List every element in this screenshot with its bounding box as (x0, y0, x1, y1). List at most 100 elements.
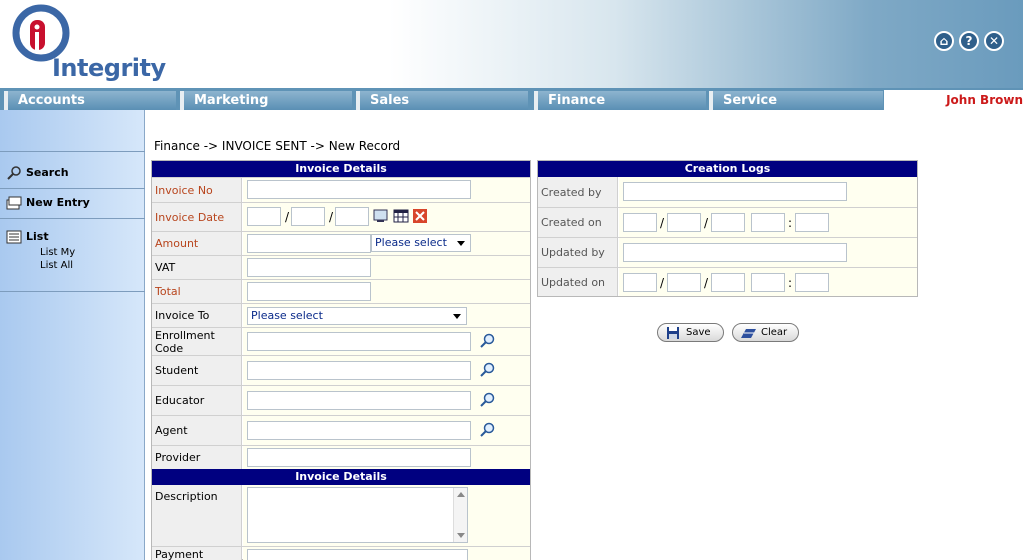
main-nav: Accounts Marketing Sales Finance Service (0, 88, 1023, 110)
close-icon[interactable]: ✕ (984, 31, 1004, 51)
calendar-icon[interactable] (393, 209, 409, 223)
form-row-educator: Educator (152, 385, 530, 415)
updated-on-day-input[interactable] (623, 273, 657, 292)
lookup-icon[interactable] (479, 422, 495, 438)
sidebar-item-search[interactable]: Search (6, 166, 69, 180)
save-button-label: Save (686, 327, 711, 338)
new-entry-icon (6, 196, 22, 210)
invoice-date-day-input[interactable] (247, 207, 281, 226)
sidebar-item-label: New Entry (26, 196, 90, 209)
updated-on-hour-input[interactable] (751, 273, 785, 292)
agent-input[interactable] (247, 421, 471, 440)
description-label: Description (152, 485, 242, 546)
scroll-down-icon[interactable] (457, 533, 465, 538)
panel-header: Creation Logs (538, 161, 917, 177)
date-separator: / (660, 216, 665, 230)
description-textarea[interactable] (247, 487, 468, 543)
sidebar: Search New Entry List List My List All (0, 110, 145, 560)
form-row-invoice-no: Invoice No (152, 177, 530, 202)
list-icon (6, 230, 22, 244)
tab-marketing[interactable]: Marketing (180, 91, 352, 110)
form-row-description: Description (152, 485, 530, 546)
educator-input[interactable] (247, 391, 471, 410)
created-on-minute-input[interactable] (795, 213, 829, 232)
provider-input[interactable] (247, 448, 471, 467)
invoice-date-label: Invoice Date (152, 203, 242, 231)
date-picker-icon[interactable] (373, 209, 389, 223)
updated-on-month-input[interactable] (667, 273, 701, 292)
created-on-month-input[interactable] (667, 213, 701, 232)
form-row-student: Student (152, 355, 530, 385)
form-row-invoice-date: Invoice Date / / (152, 202, 530, 231)
currency-select[interactable]: Please select (371, 234, 471, 252)
form-row-invoice-to: Invoice To Please select (152, 303, 530, 327)
form-row-updated-on: Updated on / / : (538, 267, 917, 296)
form-row-payment-status: Payment Status (152, 546, 530, 560)
vat-label: VAT (152, 256, 242, 279)
sidebar-item-new-entry[interactable]: New Entry (6, 196, 90, 210)
form-row-total: Total (152, 279, 530, 303)
scroll-up-icon[interactable] (457, 492, 465, 497)
clear-button[interactable]: Clear (732, 323, 799, 342)
amount-input[interactable] (247, 234, 371, 253)
invoice-details-panel: Invoice Details Invoice No Invoice Date … (151, 160, 531, 560)
save-button[interactable]: Save (657, 323, 724, 342)
date-separator: / (704, 216, 709, 230)
user-name: John Brown (884, 90, 1023, 110)
tab-finance[interactable]: Finance (534, 91, 706, 110)
date-separator: / (660, 276, 665, 290)
date-separator: / (704, 276, 709, 290)
form-row-agent: Agent (152, 415, 530, 445)
sidebar-item-list[interactable]: List (6, 230, 49, 244)
educator-label: Educator (152, 386, 242, 415)
created-on-year-input[interactable] (711, 213, 745, 232)
lookup-icon[interactable] (479, 362, 495, 378)
currency-select-value: Please select (375, 236, 447, 249)
invoice-date-month-input[interactable] (291, 207, 325, 226)
updated-on-year-input[interactable] (711, 273, 745, 292)
total-label: Total (152, 280, 242, 303)
sidebar-divider (0, 218, 145, 219)
created-by-label: Created by (538, 177, 618, 207)
invoice-date-year-input[interactable] (335, 207, 369, 226)
sidebar-divider (0, 291, 145, 292)
created-on-label: Created on (538, 208, 618, 237)
panel-header: Invoice Details (152, 469, 530, 485)
app-header: Integrity ⌂ ? ✕ (0, 0, 1023, 88)
created-on-day-input[interactable] (623, 213, 657, 232)
lookup-icon[interactable] (479, 392, 495, 408)
tab-service[interactable]: Service (709, 91, 883, 110)
clear-date-icon[interactable] (413, 209, 427, 223)
description-scrollbar[interactable] (453, 488, 467, 542)
tab-sales[interactable]: Sales (356, 91, 528, 110)
student-input[interactable] (247, 361, 471, 380)
updated-on-minute-input[interactable] (795, 273, 829, 292)
sidebar-item-label: List (26, 230, 49, 243)
lookup-icon[interactable] (479, 333, 495, 349)
updated-by-input[interactable] (623, 243, 847, 262)
enrollment-code-label: Enrollment Code (152, 328, 242, 355)
panel-header: Invoice Details (152, 161, 530, 177)
clear-button-label: Clear (761, 327, 788, 338)
created-by-input[interactable] (623, 182, 847, 201)
total-input[interactable] (247, 282, 371, 301)
sidebar-subitem-list-my[interactable]: List My (40, 247, 75, 258)
enrollment-code-input[interactable] (247, 332, 471, 351)
created-on-hour-input[interactable] (751, 213, 785, 232)
sidebar-item-label: Search (26, 166, 69, 179)
invoice-no-input[interactable] (247, 180, 471, 199)
payment-status-textarea[interactable] (247, 549, 468, 560)
form-row-enrollment-code: Enrollment Code (152, 327, 530, 355)
sidebar-divider (0, 188, 145, 189)
help-icon[interactable]: ? (959, 31, 979, 51)
form-row-created-on: Created on / / : (538, 207, 917, 237)
eraser-icon (741, 329, 756, 338)
invoice-to-select[interactable]: Please select (247, 307, 467, 325)
integrity-logo[interactable]: Integrity (12, 4, 166, 84)
chevron-down-icon (457, 241, 465, 246)
vat-input[interactable] (247, 258, 371, 277)
sidebar-subitem-list-all[interactable]: List All (40, 260, 73, 271)
home-icon[interactable]: ⌂ (934, 31, 954, 51)
student-label: Student (152, 356, 242, 385)
tab-accounts[interactable]: Accounts (4, 91, 176, 110)
